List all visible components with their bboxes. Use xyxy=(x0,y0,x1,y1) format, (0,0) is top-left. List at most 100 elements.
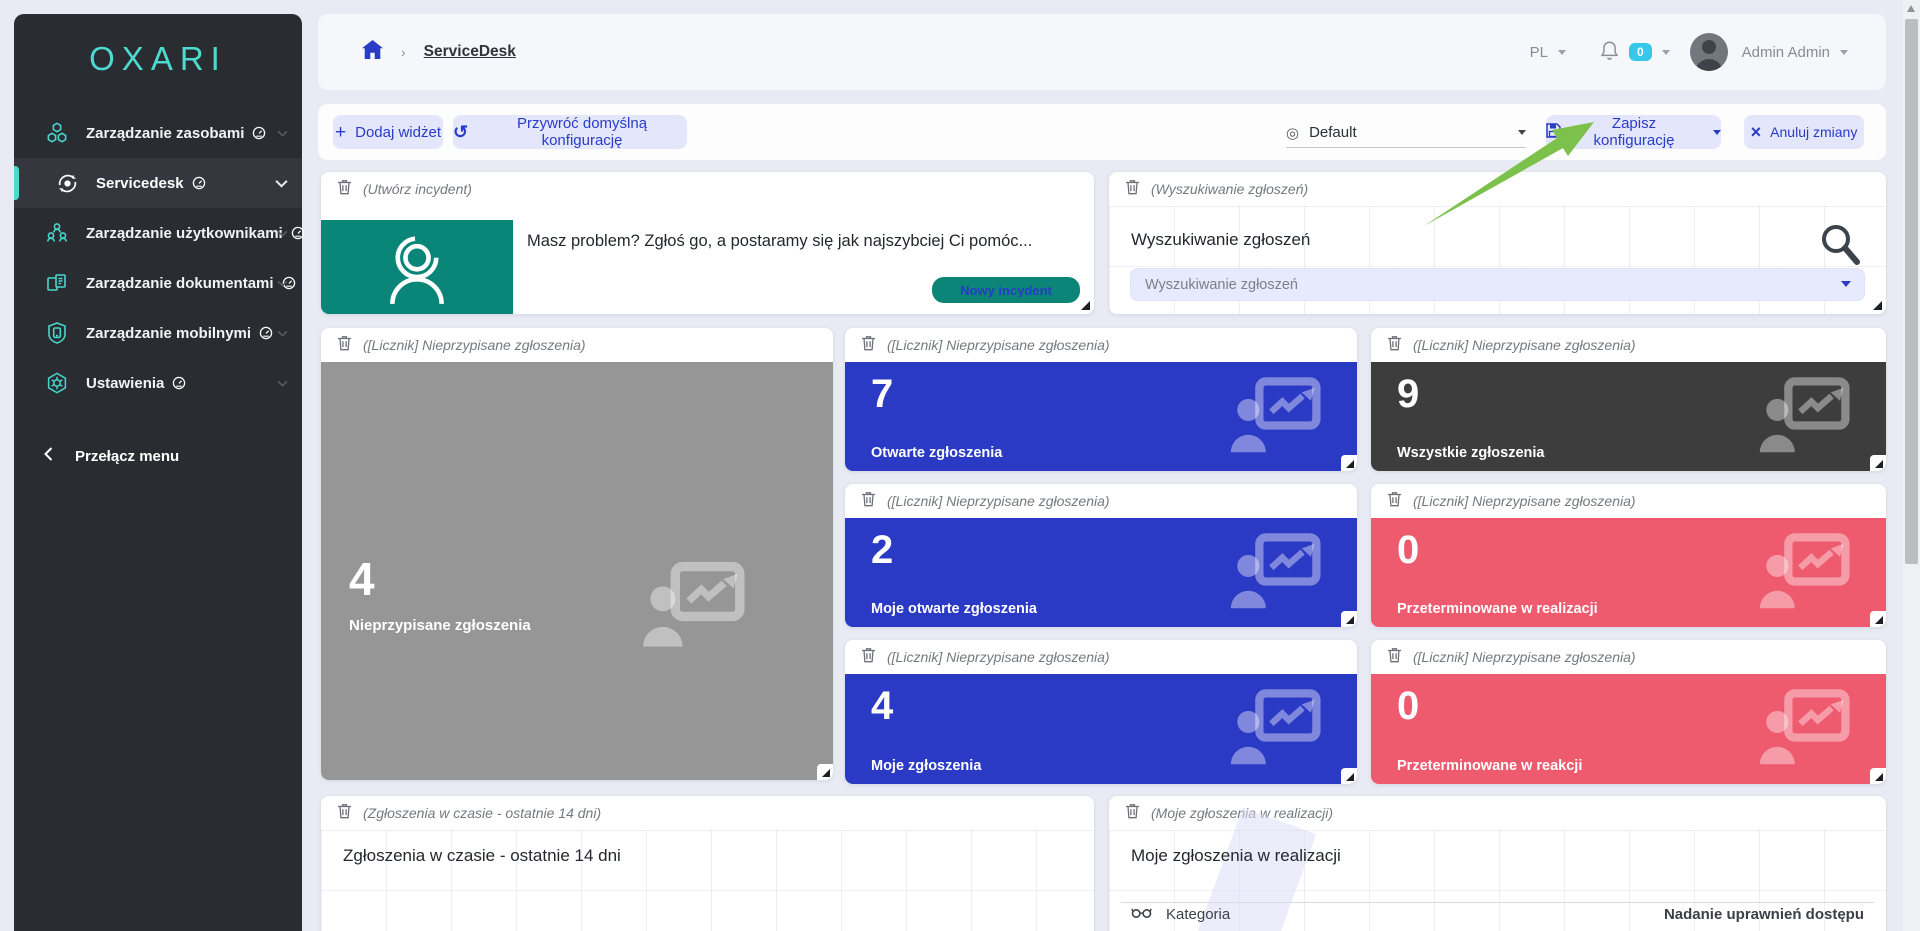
counter-body: 0 Przeterminowane w reakcji xyxy=(1371,674,1886,784)
counter-label: Otwarte zgłoszenia xyxy=(871,445,1002,461)
counter-body: 0 Przeterminowane w realizacji xyxy=(1371,518,1886,627)
avatar[interactable] xyxy=(1690,33,1728,71)
target-icon: ◎ xyxy=(1286,124,1299,142)
counter-value: 4 xyxy=(349,556,375,602)
counter-body: 7 Otwarte zgłoszenia xyxy=(845,362,1357,471)
application-window: OXARI Zarządzanie zasobami xyxy=(0,0,1920,931)
widget-counter-my-open: ([Licznik] Nieprzypisane zgłoszenia) 2 M… xyxy=(845,484,1357,627)
config-select[interactable]: ◎ Default xyxy=(1286,118,1526,148)
add-widget-button[interactable]: + Dodaj widżet xyxy=(333,115,443,149)
notification-badge[interactable]: 0 xyxy=(1629,43,1652,61)
resize-handle[interactable] xyxy=(1341,768,1357,784)
scrollbar-up-arrow[interactable] xyxy=(1907,5,1915,12)
ticket-row[interactable]: Kategoria Nadanie uprawnień dostępu xyxy=(1131,906,1864,931)
settings-gear-icon xyxy=(44,370,70,396)
sidebar-item-ustawienia[interactable]: Ustawienia xyxy=(14,358,302,408)
resize-handle[interactable] xyxy=(817,764,833,780)
trash-icon[interactable] xyxy=(1125,803,1140,824)
widget-my-tickets-in-progress: (Moje zgłoszenia w realizacji) Moje zgło… xyxy=(1109,796,1886,931)
trash-icon[interactable] xyxy=(1125,179,1140,200)
headset-icon xyxy=(54,170,80,196)
new-incident-button[interactable]: Nowy incydent xyxy=(932,277,1080,303)
counter-value: 0 xyxy=(1397,686,1419,726)
presentation-chart-icon xyxy=(1758,689,1850,770)
restore-default-config-button[interactable]: ↺ Przywróć domyślną konfigurację xyxy=(453,115,687,149)
incident-illustration xyxy=(321,220,513,314)
sidebar-item-zarzadzanie-dokumentami[interactable]: Zarządzanie dokumentami xyxy=(14,258,302,308)
chevron-down-icon xyxy=(277,330,288,337)
resize-handle[interactable] xyxy=(1870,455,1886,471)
trash-icon[interactable] xyxy=(337,803,352,824)
trash-icon[interactable] xyxy=(1387,647,1402,668)
counter-value: 9 xyxy=(1397,374,1419,414)
chevron-down-icon[interactable] xyxy=(1841,281,1851,287)
collapse-menu-button[interactable]: Przełącz menu xyxy=(14,434,302,478)
sidebar-item-label: Zarządzanie zasobami xyxy=(86,125,244,142)
gauge-badge-icon xyxy=(192,176,206,190)
sidebar-item-zarzadzanie-uzytkownikami[interactable]: Zarządzanie użytkownikami xyxy=(14,208,302,258)
widget-body: Masz problem? Zgłoś go, a postaramy się … xyxy=(321,206,1094,314)
trash-icon[interactable] xyxy=(861,491,876,512)
counter-body: 4 Moje zgłoszenia xyxy=(845,674,1357,784)
user-name[interactable]: Admin Admin xyxy=(1742,44,1830,61)
widget-tickets-over-time: (Zgłoszenia w czasie - ostatnie 14 dni) … xyxy=(321,796,1094,931)
widget-counter-my-tickets: ([Licznik] Nieprzypisane zgłoszenia) 4 M… xyxy=(845,640,1357,784)
trash-icon[interactable] xyxy=(1387,491,1402,512)
resize-handle[interactable] xyxy=(1341,611,1357,627)
incident-message: Masz problem? Zgłoś go, a postaramy się … xyxy=(527,232,1064,251)
chevron-down-icon xyxy=(1713,130,1721,135)
resize-handle[interactable] xyxy=(1870,768,1886,784)
counter-value: 4 xyxy=(871,686,893,726)
collapse-menu-label: Przełącz menu xyxy=(75,448,179,465)
search-input[interactable] xyxy=(1130,268,1865,301)
sidebar-item-zarzadzanie-zasobami[interactable]: Zarządzanie zasobami xyxy=(14,108,302,158)
chevron-down-icon[interactable] xyxy=(1558,50,1566,55)
sidebar: OXARI Zarządzanie zasobami xyxy=(14,14,302,931)
config-select-value: Default xyxy=(1309,124,1357,141)
restore-default-label: Przywróć domyślną konfigurację xyxy=(477,115,687,149)
ticket-row-value: Nadanie uprawnień dostępu xyxy=(1664,906,1864,923)
trash-icon[interactable] xyxy=(337,179,352,200)
resize-handle[interactable] xyxy=(1870,611,1886,627)
resize-handle[interactable] xyxy=(1873,301,1882,310)
breadcrumb-separator: › xyxy=(401,44,406,60)
gauge-badge-icon xyxy=(172,376,186,390)
counter-label: Wszystkie zgłoszenia xyxy=(1397,445,1544,461)
resize-handle[interactable] xyxy=(1341,455,1357,471)
language-selector[interactable]: PL xyxy=(1530,44,1548,61)
trash-icon[interactable] xyxy=(337,335,352,356)
cancel-changes-button[interactable]: × Anuluj zmiany xyxy=(1744,115,1864,149)
save-config-button[interactable]: Zapisz konfigurację xyxy=(1546,115,1721,149)
widget-header: (Zgłoszenia w czasie - ostatnie 14 dni) xyxy=(321,796,1094,830)
counter-body: 2 Moje otwarte zgłoszenia xyxy=(845,518,1357,627)
trash-icon[interactable] xyxy=(861,647,876,668)
trash-icon[interactable] xyxy=(1387,335,1402,356)
trash-icon[interactable] xyxy=(861,335,876,356)
search-icon[interactable] xyxy=(1818,222,1862,273)
breadcrumb-current[interactable]: ServiceDesk xyxy=(424,43,516,61)
counter-label: Moje otwarte zgłoszenia xyxy=(871,601,1037,617)
save-config-label: Zapisz konfigurację xyxy=(1570,115,1698,149)
search-input-wrap xyxy=(1130,268,1865,301)
sidebar-item-label: Zarządzanie dokumentami xyxy=(86,275,274,292)
modules-icon xyxy=(44,120,70,146)
resize-handle[interactable] xyxy=(1081,301,1090,310)
widget-header-title: (Zgłoszenia w czasie - ostatnie 14 dni) xyxy=(363,805,601,821)
home-icon[interactable] xyxy=(362,40,383,64)
sidebar-item-label: Servicedesk xyxy=(96,175,184,192)
scrollbar[interactable] xyxy=(1903,0,1920,931)
counter-label: Nieprzypisane zgłoszenia xyxy=(349,617,531,634)
chevron-down-icon xyxy=(1518,130,1526,135)
ticket-details: Kategoria Nadanie uprawnień dostępu Stat… xyxy=(1131,906,1864,931)
scrollbar-thumb[interactable] xyxy=(1905,19,1918,564)
chevron-down-icon[interactable] xyxy=(1840,50,1848,55)
chevron-down-icon[interactable] xyxy=(1662,50,1670,55)
bell-icon[interactable] xyxy=(1600,40,1619,65)
widget-counter-overdue-reaction: ([Licznik] Nieprzypisane zgłoszenia) 0 P… xyxy=(1371,640,1886,784)
widget-header: ([Licznik] Nieprzypisane zgłoszenia) xyxy=(321,328,833,362)
sidebar-item-servicedesk[interactable]: Servicedesk xyxy=(14,158,302,208)
add-widget-label: Dodaj widżet xyxy=(355,124,441,141)
gauge-badge-icon xyxy=(259,326,273,340)
widget-header-title: ([Licznik] Nieprzypisane zgłoszenia) xyxy=(887,493,1110,509)
sidebar-item-zarzadzanie-mobilnymi[interactable]: Zarządzanie mobilnymi xyxy=(14,308,302,358)
